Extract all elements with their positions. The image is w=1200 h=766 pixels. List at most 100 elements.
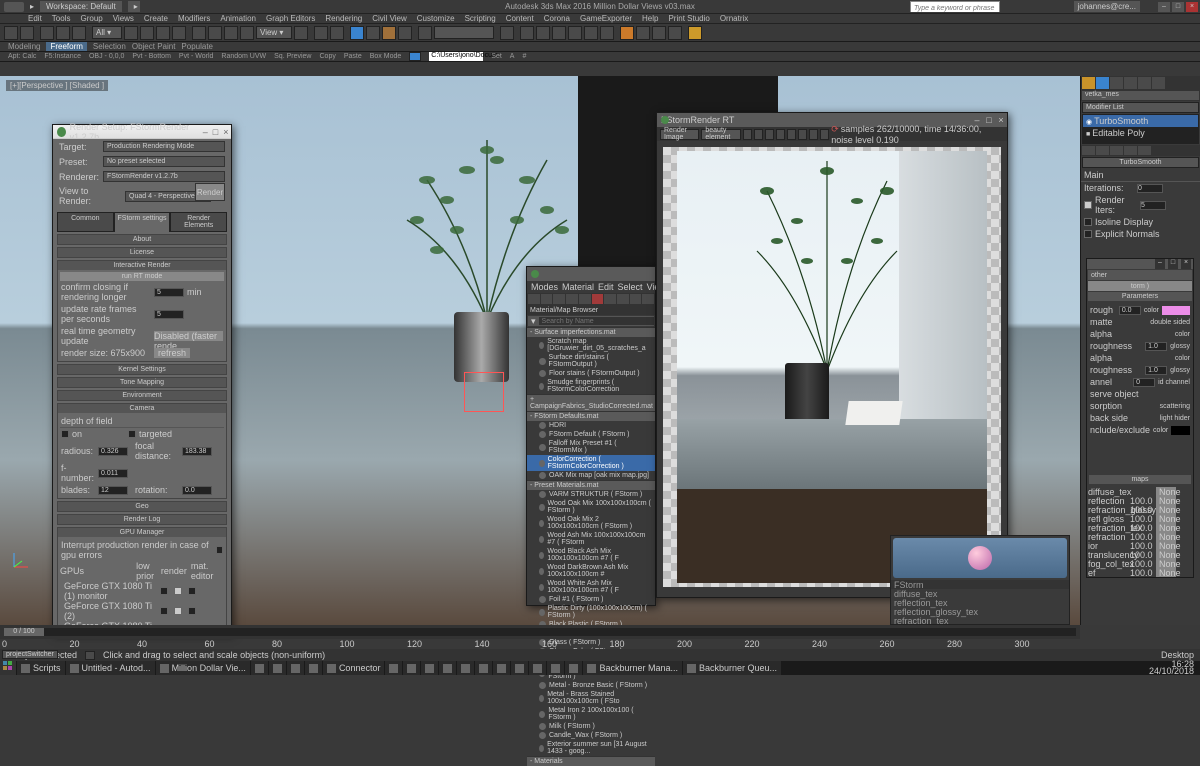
mat-tool[interactable] [630,294,642,304]
fn-spin[interactable] [98,469,128,478]
assist-icon[interactable] [409,52,421,61]
ribbon-tabs[interactable]: ModelingFreeformSelectionObject PaintPop… [0,42,1200,52]
taskbar-item[interactable] [269,661,286,675]
mat-item[interactable]: Scratch map [DGruwier_dirt_05_scratches_… [527,337,655,353]
hash-label[interactable]: # [522,53,526,60]
st-b[interactable] [1096,146,1109,155]
keymode-button[interactable] [330,26,344,40]
mat-tool[interactable] [579,294,591,304]
rt-b[interactable] [765,129,774,140]
rnd-label[interactable]: Random UVW [221,53,266,60]
undo-button[interactable] [4,26,18,40]
psnap-button[interactable] [382,26,396,40]
taskbar-item[interactable] [475,661,492,675]
mat-titlebar[interactable] [527,267,655,281]
mat-search[interactable]: ▾ [528,316,654,326]
taskbar-item[interactable] [457,661,474,675]
path-field[interactable]: C:\Users\jono\Docum [429,52,483,61]
st-b[interactable] [1124,146,1137,155]
taskbar-item[interactable] [305,661,322,675]
render-setup-titlebar[interactable]: Render Setup: FStormRender v1.2.7b –□× [53,125,231,139]
mat-tree[interactable]: - Surface imperfections.matScratch map [… [527,327,655,766]
set-label[interactable]: Set [491,53,502,60]
mat-item[interactable]: Wood Oak Mix 100x100x100cm ( FStorm ) [527,499,655,515]
rollout-license[interactable]: License [58,248,226,257]
menu-rendering[interactable]: Rendering [321,14,366,23]
hierarchy-tab[interactable] [1110,77,1123,89]
close-button[interactable]: × [1186,2,1198,12]
apt-label[interactable]: Apt: Calc [8,53,36,60]
rotate-button[interactable] [208,26,222,40]
taskbar-item[interactable]: Million Dollar Vie... [156,661,250,675]
render-button[interactable] [652,26,666,40]
select-button[interactable] [124,26,138,40]
mat-item[interactable]: OAK Mix map [oak mix map.jpg] [527,471,655,480]
mirror-button[interactable] [500,26,514,40]
box-label[interactable]: Box Mode [370,53,402,60]
motion-tab[interactable] [1124,77,1137,89]
st-b[interactable] [1082,146,1095,155]
viewport-label[interactable]: [+][Perspective ] [Shaded ] [6,80,108,91]
mat-item[interactable]: ColorCorrection ( FStormColorCorrection … [527,455,655,471]
mat-tool[interactable] [642,294,654,304]
taskbar-item[interactable]: Untitled - Autod... [66,661,155,675]
mat-item[interactable]: Wood Ash Mix 100x100x100cm #7 ( FStorm [527,531,655,547]
object-name[interactable]: vetka_mes [1082,91,1199,100]
workspace-nav[interactable]: ▸ [128,1,140,12]
mat-item[interactable]: Smudge fingerprints ( FStormColorCorrect… [527,378,655,394]
time-slider[interactable]: 0 / 100 [0,625,1080,639]
menu-customize[interactable]: Customize [413,14,459,23]
menu-content[interactable]: Content [502,14,538,23]
taskbar-item[interactable] [529,661,546,675]
mat-item[interactable]: Candle_Wax ( FStorm ) [527,731,655,740]
taskbar-item[interactable] [565,661,582,675]
bind-button[interactable] [72,26,86,40]
schematic-button[interactable] [584,26,598,40]
display-tab[interactable] [1138,77,1151,89]
gizmo-bounds[interactable] [464,372,504,412]
menu-scripting[interactable]: Scripting [461,14,500,23]
mat-item[interactable]: Metal - Bronze Basic ( FStorm ) [527,681,655,690]
mat-item[interactable]: Wood Oak Mix 2 100x100x100cm ( FStorm ) [527,515,655,531]
refcoord-dropdown[interactable]: View ▾ [256,26,292,39]
rt-b[interactable] [787,129,796,140]
taskbar-item[interactable]: Connector [323,661,385,675]
tab-elements[interactable]: Render Elements [170,212,227,232]
rollout-interactive[interactable]: Interactive Render [58,261,226,270]
main-menubar[interactable]: EditToolsGroupViewsCreateModifiersAnimat… [0,14,1200,24]
obj-label[interactable]: OBJ - 0,0,0 [89,53,124,60]
targeted-check[interactable] [128,430,136,438]
taskbar-item[interactable] [403,661,420,675]
mat-item[interactable]: Floor stains ( FStormOutput ) [527,369,655,378]
ribbon-populate[interactable]: Populate [181,42,213,51]
restore-button[interactable]: □ [1172,2,1184,12]
mat-item[interactable]: Falloff Mix Preset #1 ( FStormMix ) [527,439,655,455]
menu-printstudio[interactable]: Print Studio [664,14,713,23]
taskbar-item[interactable] [493,661,510,675]
rt-b[interactable] [809,129,818,140]
renderframe-button[interactable] [636,26,650,40]
taskbar-item[interactable] [547,661,564,675]
mat-preview[interactable] [893,538,1067,578]
mat-item[interactable]: Exterior summer sun [31 August 1433 - go… [527,740,655,756]
rendi-spin[interactable] [1140,201,1166,210]
mat-item[interactable]: Wood White Ash Mix 100x100x100cm #7 ( F [527,579,655,595]
st-b[interactable] [1110,146,1123,155]
rollout-camera[interactable]: Camera [58,404,226,413]
mat-group[interactable]: - Materials [527,756,655,766]
snap-button[interactable] [350,26,364,40]
interrupt-check[interactable] [216,546,223,554]
rt-b[interactable] [743,129,752,140]
iso-check[interactable] [1084,218,1092,226]
pvt2-label[interactable]: Pvt - World [179,53,214,60]
material-button[interactable] [600,26,614,40]
map-row[interactable]: ef100.0None [1087,568,1193,577]
window-crossing-button[interactable] [172,26,186,40]
mod-item[interactable]: ■ Editable Poly [1083,127,1198,139]
sq-label[interactable]: Sq. Preview [274,53,311,60]
ribbon-modeling[interactable]: Modeling [8,42,40,51]
min-button[interactable]: – [1158,2,1170,12]
rendercloud-button[interactable] [668,26,682,40]
mat-tool[interactable] [528,294,540,304]
menu-corona[interactable]: Corona [540,14,574,23]
